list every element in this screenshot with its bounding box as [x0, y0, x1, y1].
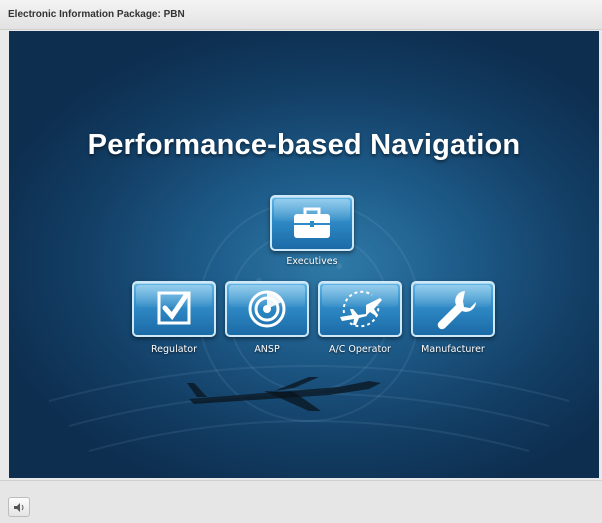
- player-window: Electronic Information Package: PBN Perf…: [0, 0, 602, 523]
- executives-button[interactable]: [270, 195, 354, 251]
- title-bar: Electronic Information Package: PBN: [0, 0, 602, 30]
- tile-label-ansp: ANSP: [254, 344, 280, 355]
- speaker-icon: [14, 503, 24, 512]
- regulator-button[interactable]: [132, 281, 216, 337]
- content-stage: Performance-based Navigation Executives …: [9, 31, 599, 478]
- background-artwork: [48, 200, 570, 452]
- checkbox-icon: [157, 291, 191, 325]
- tile-label-manufacturer: Manufacturer: [421, 344, 485, 355]
- briefcase-icon: [294, 207, 330, 238]
- window-title: Electronic Information Package: PBN: [8, 9, 185, 20]
- tile-label-ac-operator: A/C Operator: [329, 344, 391, 355]
- tile-label-regulator: Regulator: [151, 344, 197, 355]
- control-bar: [0, 480, 602, 523]
- audio-button[interactable]: [8, 497, 30, 517]
- wrench-icon: [437, 291, 476, 330]
- tile-label-executives: Executives: [286, 256, 338, 267]
- radar-icon: [248, 290, 286, 328]
- manufacturer-button[interactable]: [411, 281, 495, 337]
- ac-operator-button[interactable]: [318, 281, 402, 337]
- page-title: Performance-based Navigation: [87, 129, 521, 161]
- ansp-button[interactable]: [225, 281, 309, 337]
- aircraft-route-icon: [340, 290, 382, 328]
